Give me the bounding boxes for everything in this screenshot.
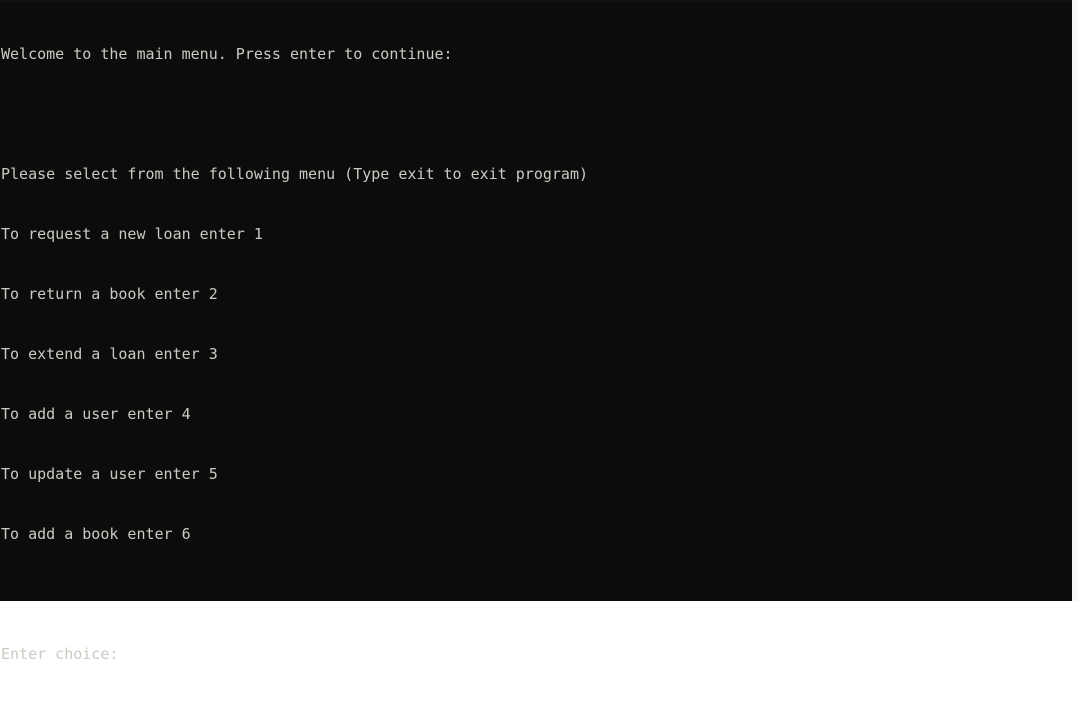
menu-option-4: To add a user enter 4 [1, 405, 191, 423]
menu-option-5: To update a user enter 5 [1, 465, 218, 483]
terminal-window[interactable]: Welcome to the main menu. Press enter to… [0, 0, 1078, 663]
console-line-welcome: Welcome to the main menu. Press enter to… [1, 45, 453, 63]
menu-option-2: To return a book enter 2 [1, 285, 218, 303]
console-line-blank [1, 104, 1066, 124]
console-line-blank-2 [1, 584, 1066, 604]
terminal-right-edge-strip [1072, 0, 1078, 601]
enter-choice-prompt[interactable]: Enter choice: [1, 644, 1066, 664]
console-line-menu-header: Please select from the following menu (T… [1, 165, 588, 183]
menu-option-6: To add a book enter 6 [1, 525, 191, 543]
menu-option-3: To extend a loan enter 3 [1, 345, 218, 363]
console-output-area[interactable]: Welcome to the main menu. Press enter to… [0, 0, 1066, 663]
menu-option-1: To request a new loan enter 1 [1, 225, 263, 243]
